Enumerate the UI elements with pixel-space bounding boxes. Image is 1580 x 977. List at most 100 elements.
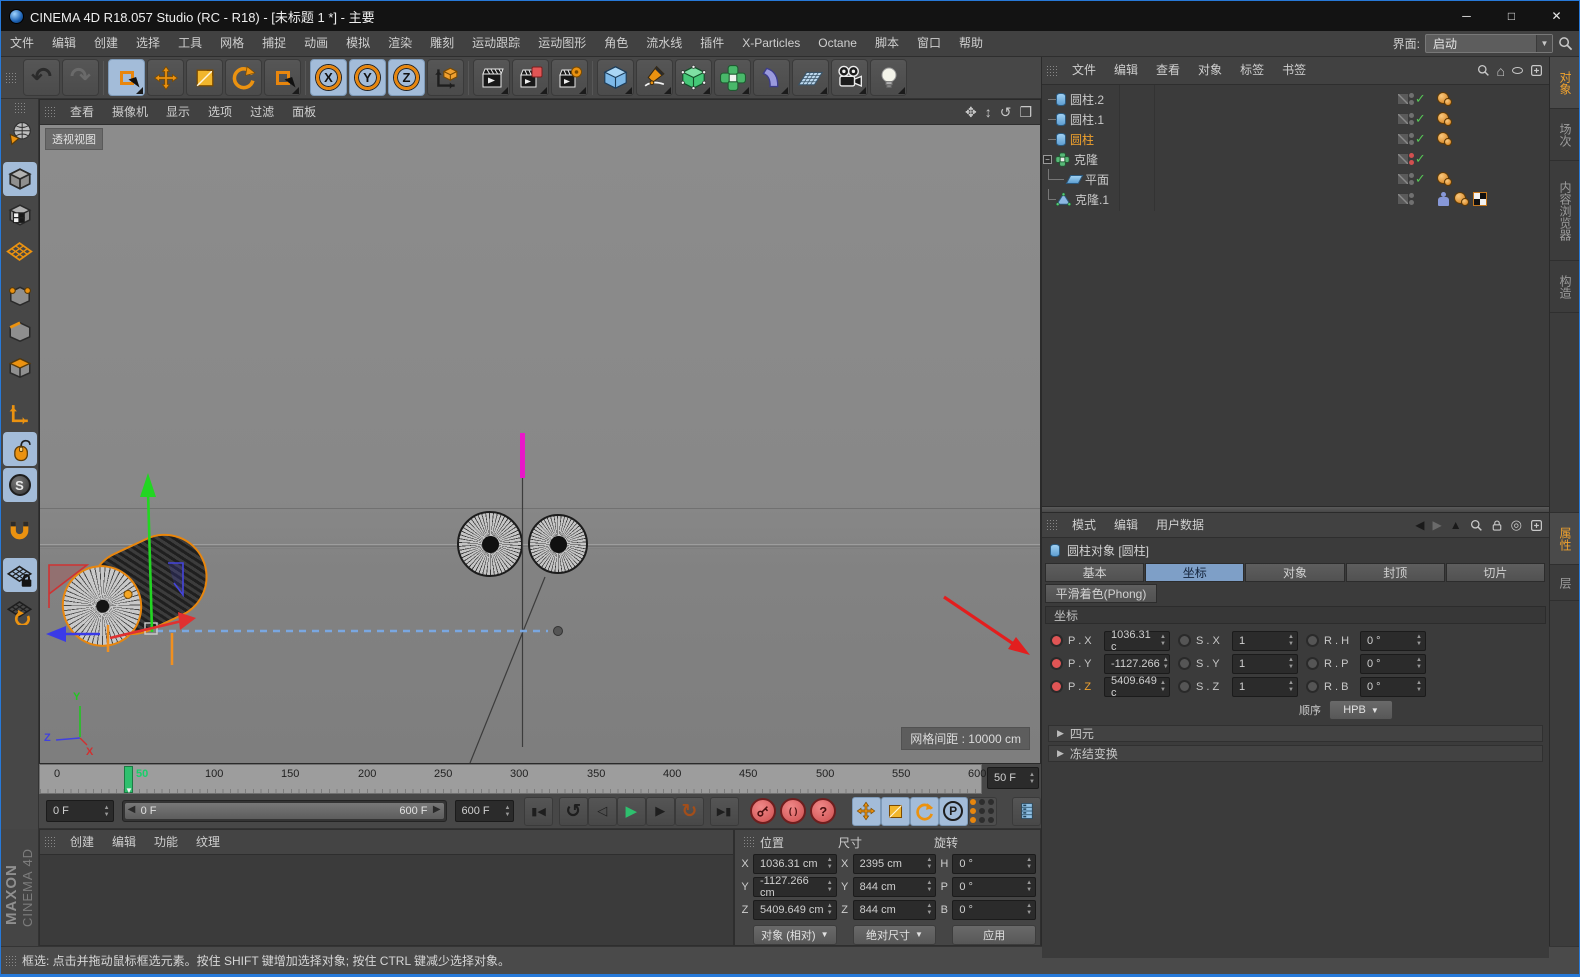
object-row-selected[interactable]: 圆柱 ✓ bbox=[1042, 129, 1549, 149]
am-menu-mode[interactable]: 模式 bbox=[1063, 513, 1105, 538]
record-dot-sz[interactable] bbox=[1178, 680, 1191, 693]
environment-button[interactable] bbox=[792, 59, 829, 96]
phong-tag-icon[interactable] bbox=[1454, 192, 1469, 206]
tab-basic[interactable]: 基本 bbox=[1045, 563, 1145, 582]
menu-octane[interactable]: Octane bbox=[809, 31, 866, 56]
phong-tag-icon[interactable] bbox=[1437, 132, 1452, 146]
mat-menu-texture[interactable]: 纹理 bbox=[187, 830, 229, 855]
om-menu-edit[interactable]: 编辑 bbox=[1105, 58, 1147, 83]
menu-edit[interactable]: 编辑 bbox=[43, 31, 85, 56]
pos-y-field[interactable]: -1127.266 cm ▲ ▼ bbox=[753, 875, 837, 899]
rot-p-field[interactable]: 0 ° ▲ ▼ bbox=[952, 876, 1037, 897]
px-field[interactable]: 1036.31 c ▲ ▼ bbox=[1104, 629, 1170, 653]
viewport-3d-view[interactable]: 透视视图 Y Z X 网格间距: 10000 cm bbox=[40, 125, 1040, 763]
timeline-track[interactable]: 0 50 100 150 200 250 300 350 400 450 500… bbox=[39, 764, 986, 795]
object-row[interactable]: 圆柱.2 ✓ bbox=[1042, 89, 1549, 109]
coords-grip[interactable] bbox=[743, 836, 754, 848]
range-left-arrow-icon[interactable]: ◀ bbox=[128, 804, 136, 815]
key-scale-button[interactable] bbox=[880, 796, 910, 826]
record-dot-sx[interactable] bbox=[1178, 634, 1191, 647]
edges-mode-button[interactable] bbox=[3, 315, 37, 349]
am-grip[interactable] bbox=[1046, 519, 1057, 531]
frame-range-slider[interactable]: 0 F 600 F ◀ ▶ bbox=[121, 800, 447, 822]
record-dot-rh[interactable] bbox=[1306, 634, 1319, 647]
py-field[interactable]: -1127.266 ▲ ▼ bbox=[1104, 653, 1170, 674]
freeze-transform-fold[interactable]: ▶ 冻结变换 bbox=[1048, 745, 1543, 762]
live-selection-button[interactable] bbox=[108, 59, 145, 96]
palette-grip[interactable] bbox=[14, 102, 25, 114]
layer-toggle[interactable] bbox=[1397, 113, 1409, 125]
menu-tools[interactable]: 工具 bbox=[169, 31, 211, 56]
om-menu-bookmark[interactable]: 书签 bbox=[1273, 58, 1315, 83]
object-name[interactable]: 圆柱.2 bbox=[1070, 91, 1104, 108]
menu-pipeline[interactable]: 流水线 bbox=[637, 31, 691, 56]
mat-menu-create[interactable]: 创建 bbox=[61, 830, 103, 855]
next-frame-button[interactable]: ▶ bbox=[645, 796, 675, 826]
pos-z-field[interactable]: 5409.649 cm ▲ ▼ bbox=[753, 899, 837, 920]
object-name[interactable]: 圆柱 bbox=[1070, 131, 1094, 148]
rot-b-field[interactable]: 0 ° ▲ ▼ bbox=[952, 899, 1037, 920]
autokey-button[interactable]: ( ) bbox=[780, 798, 807, 824]
tab-layers[interactable]: 层 bbox=[1550, 565, 1579, 601]
workplane-mode-button[interactable] bbox=[3, 234, 37, 268]
lock-y-button[interactable]: Y bbox=[349, 59, 386, 96]
menu-plugins[interactable]: 插件 bbox=[691, 31, 733, 56]
render-settings-button[interactable] bbox=[551, 59, 588, 96]
menu-mesh[interactable]: 网格 bbox=[211, 31, 253, 56]
object-row[interactable]: 克隆.1 bbox=[1042, 189, 1549, 209]
vp-menu-options[interactable]: 选项 bbox=[199, 100, 241, 125]
scale-button[interactable] bbox=[186, 59, 223, 96]
undo-button[interactable]: ↶ bbox=[23, 59, 60, 96]
om-menu-view[interactable]: 查看 bbox=[1147, 58, 1189, 83]
goto-start-button[interactable]: ▮◀ bbox=[524, 796, 554, 826]
subdivision-surface-button[interactable] bbox=[675, 59, 712, 96]
workplane-rotate-button[interactable] bbox=[3, 594, 37, 628]
pz-field[interactable]: 5409.649 c ▲ ▼ bbox=[1104, 675, 1170, 699]
pan-view-icon[interactable]: ✥ bbox=[965, 104, 977, 121]
minimize-button[interactable]: ─ bbox=[1444, 1, 1489, 31]
orbit-view-icon[interactable]: ↺ bbox=[1000, 104, 1012, 121]
timeline-layers-button[interactable] bbox=[1012, 796, 1041, 826]
y-axis-arrow[interactable] bbox=[146, 490, 154, 633]
key-pla-button[interactable] bbox=[967, 796, 997, 826]
sx-field[interactable]: 1 ▲ ▼ bbox=[1232, 630, 1298, 651]
lock-x-button[interactable]: X bbox=[310, 59, 347, 96]
om-home-icon[interactable]: ⌂ bbox=[1497, 63, 1505, 79]
om-search-icon[interactable] bbox=[1477, 64, 1490, 77]
vp-menu-display[interactable]: 显示 bbox=[157, 100, 199, 125]
enabled-check[interactable]: ✓ bbox=[1414, 111, 1427, 127]
record-keyframe-button[interactable] bbox=[750, 798, 777, 824]
enabled-check[interactable]: ✓ bbox=[1414, 151, 1427, 167]
menu-file[interactable]: 文件 bbox=[1, 31, 43, 56]
menu-window[interactable]: 窗口 bbox=[908, 31, 950, 56]
size-x-field[interactable]: 2395 cm ▲ ▼ bbox=[852, 853, 937, 874]
camera-button[interactable] bbox=[831, 59, 868, 96]
menu-create[interactable]: 创建 bbox=[85, 31, 127, 56]
maximize-view-icon[interactable]: ❒ bbox=[1019, 104, 1032, 121]
am-back-icon[interactable]: ◀ bbox=[1415, 518, 1424, 532]
am-lock-icon[interactable] bbox=[1491, 519, 1503, 532]
key-rotation-button[interactable] bbox=[909, 796, 939, 826]
previous-frame-button[interactable]: ◁ bbox=[587, 796, 617, 826]
tab-phong[interactable]: 平滑着色(Phong) bbox=[1045, 584, 1157, 603]
om-menu-tag[interactable]: 标签 bbox=[1231, 58, 1273, 83]
tab-caps[interactable]: 封顶 bbox=[1345, 563, 1445, 582]
enabled-check[interactable]: ✓ bbox=[1414, 91, 1427, 107]
menu-render[interactable]: 渲染 bbox=[379, 31, 421, 56]
object-name[interactable]: 圆柱.1 bbox=[1070, 111, 1104, 128]
vp-menu-view[interactable]: 查看 bbox=[61, 100, 103, 125]
object-row[interactable]: 圆柱.1 ✓ bbox=[1042, 109, 1549, 129]
tab-attributes[interactable]: 属性 bbox=[1550, 513, 1579, 565]
model-mode-button[interactable] bbox=[2, 162, 37, 196]
play-button[interactable]: ▶ bbox=[616, 796, 646, 826]
am-search-icon[interactable] bbox=[1470, 519, 1483, 532]
record-dot-px[interactable] bbox=[1050, 634, 1063, 647]
phong-tag-icon[interactable] bbox=[1437, 172, 1452, 186]
layer-toggle[interactable] bbox=[1397, 93, 1409, 105]
menu-select[interactable]: 选择 bbox=[127, 31, 169, 56]
viewport-solo-button[interactable]: S bbox=[2, 468, 37, 502]
move-button[interactable] bbox=[147, 59, 184, 96]
vp-menu-panel[interactable]: 面板 bbox=[283, 100, 325, 125]
goto-end-button[interactable]: ▶▮ bbox=[709, 796, 739, 826]
points-mode-button[interactable] bbox=[3, 279, 37, 313]
